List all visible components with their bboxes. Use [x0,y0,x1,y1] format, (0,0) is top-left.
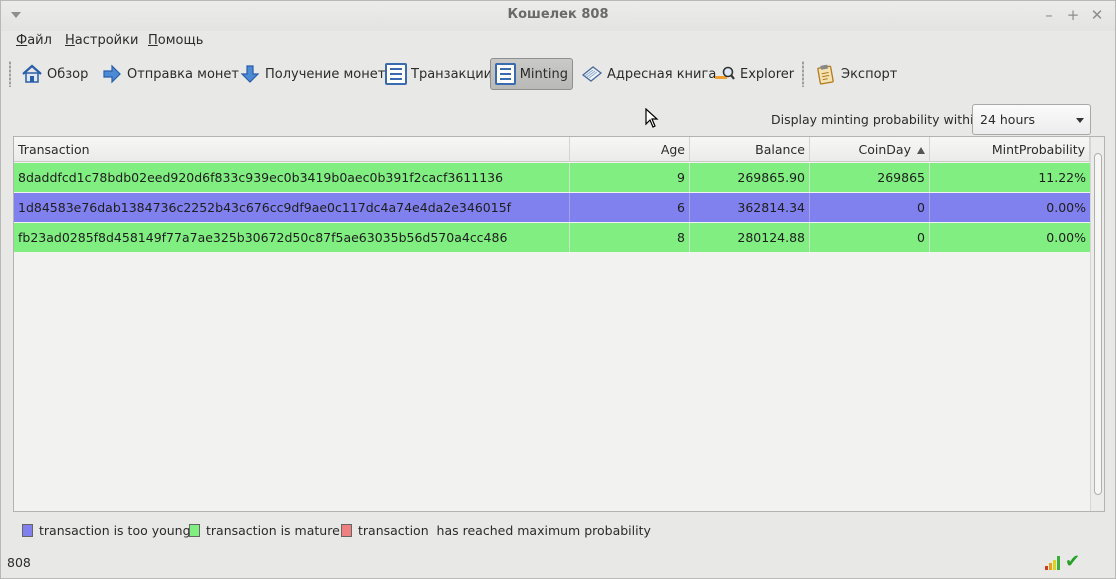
address-book-button[interactable]: Адресная книга [577,58,720,90]
cell-balance: 269865.90 [690,163,810,192]
cell-coinday: 269865 [810,163,930,192]
arrow-down-icon [239,63,261,85]
transactions-button[interactable]: Транзакции [381,58,496,90]
sync-check-icon[interactable]: ✔ [1065,551,1080,572]
legend-young-label: transaction is too young [39,522,191,538]
cell-balance: 362814.34 [690,193,810,222]
minting-period-select[interactable]: 24 hours [972,104,1091,135]
menu-help[interactable]: Помощь [148,33,203,48]
transactions-label: Транзакции [411,66,493,82]
cell-mintprobability: 0.00% [1046,230,1086,245]
legend-mature-label: transaction is mature [206,522,340,538]
cell-transaction: 8daddfcd1c78bdb02eed920d6f833c939ec0b341… [14,163,570,192]
explorer-button[interactable]: Explorer [710,58,798,90]
menu-file[interactable]: Файл [16,33,52,48]
main-toolbar: Обзор Отправка монет Получение монет Тра… [1,55,1115,93]
column-balance[interactable]: Balance [690,137,810,162]
maximize-icon[interactable]: + [1063,5,1083,25]
magnifier-icon [714,63,736,85]
legend-swatch-max [341,523,352,537]
table-row[interactable]: 1d84583e76dab1384736c2252b43c676cc9df9ae… [14,193,1090,222]
table-row[interactable]: 8daddfcd1c78bdb02eed920d6f833c939ec0b341… [14,163,1090,192]
column-coinday[interactable]: CoinDay [810,137,930,162]
cell-mintprobability: 11.22% [1038,170,1086,185]
cell-mintprobability: 0.00% [1046,200,1086,215]
overview-label: Обзор [47,66,89,82]
legend-mature: transaction is mature [189,521,340,539]
legend-swatch-young [22,523,33,537]
scrollbar-thumb[interactable] [1094,153,1102,495]
toolbar-separator [802,61,804,87]
overview-button[interactable]: Обзор [17,58,92,90]
table-header: Transaction Age Balance CoinDay MintProb… [14,137,1090,162]
sort-ascending-icon [917,147,925,154]
clipboard-icon [815,63,837,85]
cell-balance: 280124.88 [690,223,810,252]
list-icon [385,63,407,85]
cell-transaction: 1d84583e76dab1384736c2252b43c676cc9df9ae… [14,193,570,222]
legend-swatch-mature [189,523,200,537]
toolbar-grip[interactable] [9,61,11,87]
receive-coins-label: Получение монет [265,66,386,82]
table-row[interactable]: fb23ad0285f8d458149f77a7ae325b30672d50c8… [14,223,1090,252]
send-coins-label: Отправка монет [127,66,239,82]
minting-period-value: 24 hours [980,112,1036,127]
minting-table: Transaction Age Balance CoinDay MintProb… [13,136,1105,512]
cell-coinday: 0 [810,193,930,222]
home-icon [21,63,43,85]
chevron-down-icon [1076,118,1084,123]
list-icon [495,63,516,85]
arrow-right-icon [101,63,123,85]
column-coinday-label: CoinDay [858,142,911,157]
cell-age: 6 [570,193,690,222]
column-age[interactable]: Age [570,137,690,162]
cell-coinday: 0 [810,223,930,252]
connection-signal-icon[interactable] [1045,556,1061,570]
wallet-window: Кошелек 808 – + ✕ Файл Настройки Помощь … [0,0,1116,579]
send-coins-button[interactable]: Отправка монет [97,58,243,90]
export-button[interactable]: Экспорт [811,58,901,90]
minimize-icon[interactable]: – [1039,5,1059,25]
column-transaction[interactable]: Transaction [14,137,570,162]
legend-max-label: transaction has reached maximum probabil… [358,522,651,538]
minting-button[interactable]: Minting [490,58,573,90]
minting-probability-label: Display minting probability within : [771,112,990,127]
address-book-icon [581,63,603,85]
legend-max: transaction has reached maximum probabil… [341,521,651,539]
receive-coins-button[interactable]: Получение монет [235,58,389,90]
status-text: 808 [7,555,31,570]
table-scrollbar[interactable] [1090,137,1104,511]
menu-bar: Файл Настройки Помощь [1,31,1115,53]
cell-age: 8 [570,223,690,252]
address-book-label: Адресная книга [607,66,717,82]
title-bar: Кошелек 808 – + ✕ [1,1,1115,31]
cell-transaction: fb23ad0285f8d458149f77a7ae325b30672d50c8… [14,223,570,252]
minting-label: Minting [519,66,568,82]
column-mintprobability[interactable]: MintProbability [930,137,1090,162]
window-title: Кошелек 808 [507,7,609,22]
mouse-cursor-icon [645,108,659,128]
legend-young: transaction is too young [22,521,191,539]
cell-age: 9 [570,163,690,192]
close-icon[interactable]: ✕ [1087,5,1107,25]
export-label: Экспорт [841,66,898,82]
menu-settings[interactable]: Настройки [65,33,138,48]
explorer-label: Explorer [740,66,795,82]
